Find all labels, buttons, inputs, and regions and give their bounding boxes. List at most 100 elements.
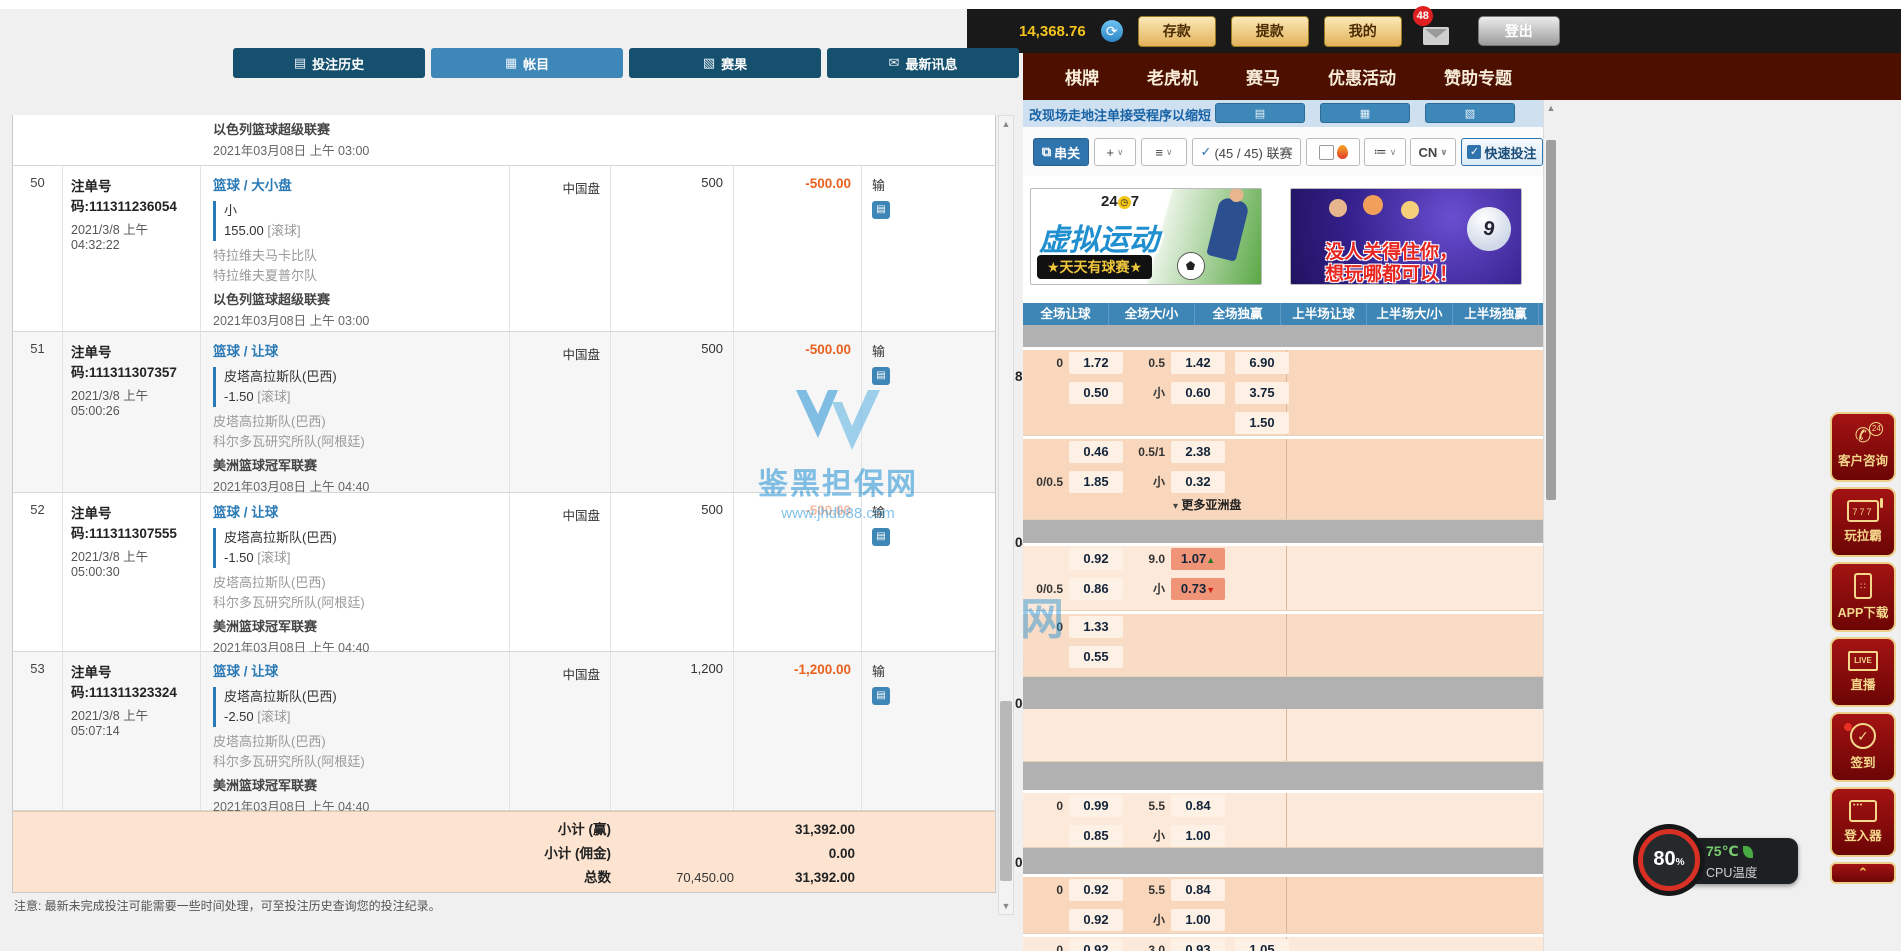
market-link[interactable]: 篮球 / 让球 xyxy=(213,340,497,360)
nav-item-slots[interactable]: 老虎机 xyxy=(1147,64,1198,89)
odds-cell[interactable]: 1.00 xyxy=(1171,909,1225,931)
withdraw-button[interactable]: 提款 xyxy=(1231,16,1309,47)
odds-cell[interactable]: 0.92 xyxy=(1069,939,1123,951)
more-asian-lines-link[interactable]: ▾ 更多亚洲盘 xyxy=(1023,496,1543,516)
nav-item-horse-racing[interactable]: 赛马 xyxy=(1246,64,1280,89)
notice-button-results[interactable]: ▧ xyxy=(1425,103,1515,123)
odds-panel-scrollbar[interactable]: ▲ xyxy=(1543,100,1558,951)
odds-cell[interactable]: 0.55 xyxy=(1069,646,1123,668)
scrollbar-thumb[interactable] xyxy=(1546,140,1556,500)
odds-cell[interactable]: 1.07▲ xyxy=(1171,548,1225,570)
odds-cell[interactable]: 1.33 xyxy=(1069,616,1123,638)
deposit-button[interactable]: 存款 xyxy=(1138,16,1216,47)
handicap-label: 小 xyxy=(1125,382,1165,404)
bet-detail-icon[interactable]: ▤ xyxy=(872,687,890,705)
market-header[interactable]: 全场独赢 xyxy=(1195,303,1281,325)
market-link[interactable]: 篮球 / 让球 xyxy=(213,660,497,680)
odds-cell[interactable]: 0.93 xyxy=(1171,939,1225,951)
market-header[interactable]: 上半场大/小 xyxy=(1367,303,1453,325)
cpu-usage-circle: 80% xyxy=(1638,829,1700,891)
match-odds-group: 00.995.50.840.85小1.00 xyxy=(1023,793,1543,848)
odds-cell[interactable]: 0.84 xyxy=(1171,879,1225,901)
odds-cell[interactable]: 6.90 xyxy=(1235,352,1289,374)
my-account-button[interactable]: 我的 xyxy=(1324,16,1402,47)
odds-cell[interactable]: 0.85 xyxy=(1069,825,1123,847)
league-filter-button[interactable]: ✓ (45 / 45) 联赛 xyxy=(1192,138,1301,166)
match-odds-group: 0.929.01.07▲0/0.50.86小0.73▼ xyxy=(1023,546,1543,611)
odds-cell[interactable]: 0.46 xyxy=(1069,441,1123,463)
nav-item-chess[interactable]: 棋牌 xyxy=(1065,64,1099,89)
chevron-down-icon: ∨ xyxy=(1440,147,1447,158)
nav-item-sponsor[interactable]: 赞助专题 xyxy=(1444,64,1512,89)
odds-cell[interactable]: 0.73▼ xyxy=(1171,578,1225,600)
check-in-button[interactable]: ✓ 签到 xyxy=(1830,712,1896,782)
quick-bet-toggle[interactable]: ✓ 快速投注 xyxy=(1461,138,1543,166)
notice-button-statement[interactable]: ▦ xyxy=(1320,103,1410,123)
odds-type: 中国盘 xyxy=(520,664,600,683)
market-header[interactable]: 上半场让球 xyxy=(1281,303,1367,325)
parlay-button[interactable]: ⧉ 串关 xyxy=(1033,138,1089,166)
odds-cell[interactable]: 0.60 xyxy=(1171,382,1225,404)
view-dropdown[interactable]: ≔ ∨ xyxy=(1364,138,1406,166)
tab-latest-news[interactable]: ✉ 最新讯息 xyxy=(827,48,1019,78)
bet-detail-icon[interactable]: ▤ xyxy=(872,528,890,546)
bet-detail-icon[interactable]: ▤ xyxy=(872,367,890,385)
handicap-label: 0 xyxy=(1025,879,1063,901)
refresh-balance-icon[interactable]: ⟳ xyxy=(1101,20,1123,42)
odds-cell[interactable]: 2.38 xyxy=(1171,441,1225,463)
scrollbar-thumb[interactable] xyxy=(1000,701,1012,881)
odds-cell[interactable]: 0.92 xyxy=(1069,879,1123,901)
tab-statement[interactable]: ▦ 帐目 xyxy=(431,48,623,78)
market-link[interactable]: 篮球 / 大小盘 xyxy=(213,174,497,194)
odds-cell[interactable]: 0.32 xyxy=(1171,471,1225,493)
odds-cell[interactable]: 1.50 xyxy=(1235,412,1289,434)
lottery-ball-9: 9 xyxy=(1463,203,1515,255)
odds-cell[interactable]: 0.92 xyxy=(1069,909,1123,931)
odds-cell[interactable]: 1.72 xyxy=(1069,352,1123,374)
market-header[interactable]: 全场让球 xyxy=(1023,303,1109,325)
language-dropdown[interactable]: CN ∨ xyxy=(1410,138,1456,166)
hot-filter-toggle[interactable] xyxy=(1306,138,1360,166)
nav-item-promotions[interactable]: 优惠活动 xyxy=(1328,64,1396,89)
odds-cell[interactable]: 3.75 xyxy=(1235,382,1289,404)
odds-cell[interactable]: 1.00 xyxy=(1171,825,1225,847)
odds-line: 0.460.5/12.38 xyxy=(1023,439,1543,466)
market-header[interactable]: 全场大/小 xyxy=(1109,303,1195,325)
odds-cell[interactable]: 0.84 xyxy=(1171,795,1225,817)
odds-cell[interactable]: 0.92 xyxy=(1069,548,1123,570)
market-header[interactable]: 上半场独赢 xyxy=(1453,303,1539,325)
odds-cell[interactable]: 1.05 xyxy=(1235,939,1289,951)
checkbox[interactable] xyxy=(1319,145,1334,160)
cpu-gauge: 80% 75℃ CPU温度 xyxy=(1648,838,1798,884)
messages-button[interactable]: 48 xyxy=(1417,14,1451,48)
odds-cell[interactable]: 1.42 xyxy=(1171,352,1225,374)
banner-virtual-sports[interactable]: 24◷7 虚拟运动 ★天天有球赛★ xyxy=(1030,188,1262,285)
odds-cell[interactable]: 1.85 xyxy=(1069,471,1123,493)
sort-dropdown[interactable]: ≡ ∨ xyxy=(1141,138,1187,166)
left-table-scrollbar[interactable]: ▲ ▼ xyxy=(998,115,1014,915)
scroll-up-icon[interactable]: ▲ xyxy=(1544,103,1558,113)
order-time: 2021/3/8 上午 05:07:14 xyxy=(71,705,192,738)
scroll-up-icon[interactable]: ▲ xyxy=(999,119,1013,129)
live-stream-button[interactable]: LIVE 直播 xyxy=(1830,637,1896,707)
notice-button-history[interactable]: ▤ xyxy=(1215,103,1305,123)
odds-cell[interactable]: 0.99 xyxy=(1069,795,1123,817)
odds-cell[interactable]: 0.50 xyxy=(1069,382,1123,404)
envelope-icon xyxy=(1423,27,1449,45)
odds-type: 中国盘 xyxy=(520,178,600,197)
logout-button[interactable]: 登出 xyxy=(1478,16,1560,46)
collapse-bar-button[interactable]: ⌃ xyxy=(1830,862,1896,884)
add-dropdown[interactable]: + ∨ xyxy=(1094,138,1136,166)
status-label: 输 xyxy=(872,502,985,521)
app-download-button[interactable]: ∷ APP下载 xyxy=(1830,562,1896,632)
market-link[interactable]: 篮球 / 让球 xyxy=(213,501,497,521)
banner-play-anywhere[interactable]: 9 没人关得住你， 想玩哪都可以！ xyxy=(1290,188,1522,285)
odds-cell[interactable]: 0.86 xyxy=(1069,578,1123,600)
customer-service-button[interactable]: ✆24 客户咨询 xyxy=(1830,412,1896,482)
scroll-down-icon[interactable]: ▼ xyxy=(999,901,1013,911)
tab-bet-history[interactable]: ▤ 投注历史 xyxy=(233,48,425,78)
tab-results[interactable]: ▧ 赛果 xyxy=(629,48,821,78)
bet-detail-icon[interactable]: ▤ xyxy=(872,201,890,219)
slots-button[interactable]: 777 玩拉霸 xyxy=(1830,487,1896,557)
login-tool-button[interactable]: ••• 登入器 xyxy=(1830,787,1896,857)
